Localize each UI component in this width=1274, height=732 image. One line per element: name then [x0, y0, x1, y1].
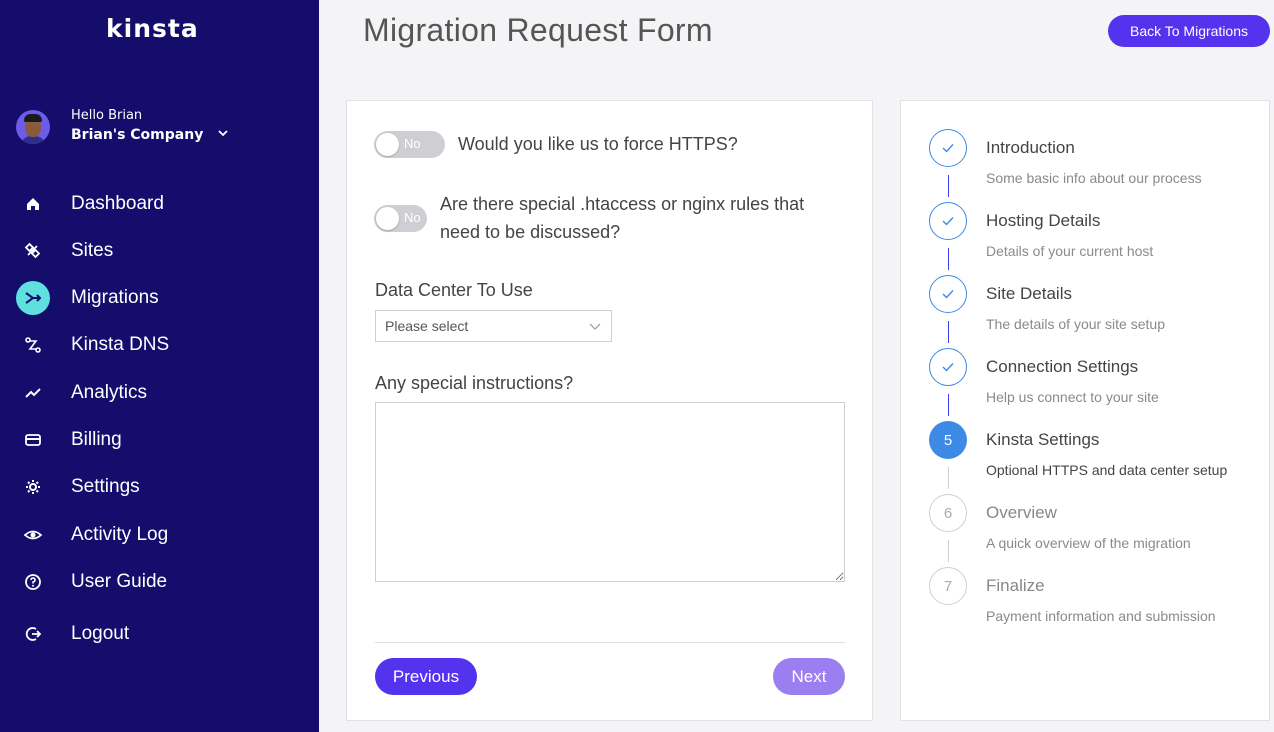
step-number: 7	[929, 567, 967, 605]
sidebar-item-dashboard[interactable]: Dashboard	[0, 184, 319, 224]
help-icon	[16, 565, 50, 599]
step-site-details[interactable]: Site Details The details of your site se…	[901, 247, 1269, 343]
check-icon	[929, 202, 967, 240]
company-name: Brian's Company	[71, 127, 204, 143]
divider	[375, 642, 845, 643]
check-icon	[929, 275, 967, 313]
analytics-icon	[16, 376, 50, 410]
back-to-migrations-button[interactable]: Back To Migrations	[1108, 15, 1270, 47]
sidebar-item-migrations[interactable]: Migrations	[0, 278, 319, 318]
step-title: Site Details	[986, 284, 1072, 303]
logout-icon	[16, 617, 50, 651]
steps-card: Introduction Some basic info about our p…	[900, 100, 1270, 721]
toggle-state: No	[404, 136, 421, 151]
step-introduction[interactable]: Introduction Some basic info about our p…	[901, 101, 1269, 197]
step-title: Overview	[986, 503, 1057, 522]
eye-icon	[16, 518, 50, 552]
next-button[interactable]: Next	[773, 658, 845, 695]
sidebar: kinsta Hello Brian Brian's Company Dashb…	[0, 0, 319, 732]
sidebar-item-label: Billing	[71, 429, 122, 450]
sidebar-item-kinsta-dns[interactable]: Kinsta DNS	[0, 325, 319, 365]
sidebar-item-label: Dashboard	[71, 193, 164, 214]
sidebar-item-label: Kinsta DNS	[71, 334, 170, 355]
gear-icon	[16, 470, 50, 504]
toggle-state: No	[404, 210, 421, 225]
check-icon	[929, 129, 967, 167]
avatar	[16, 110, 50, 144]
step-number: 6	[929, 494, 967, 532]
step-overview[interactable]: 6 Overview A quick overview of the migra…	[901, 466, 1269, 562]
sidebar-item-billing[interactable]: Billing	[0, 420, 319, 460]
step-description: Payment information and submission	[986, 608, 1216, 624]
migrations-icon	[16, 281, 50, 315]
step-connection-settings[interactable]: Connection Settings Help us connect to y…	[901, 320, 1269, 416]
check-icon	[929, 348, 967, 386]
step-title: Connection Settings	[986, 357, 1139, 376]
data-center-value: Please select	[385, 318, 469, 334]
step-kinsta-settings[interactable]: 5 Kinsta Settings Optional HTTPS and dat…	[901, 393, 1269, 489]
htaccess-rules-question: Are there special .htaccess or nginx rul…	[440, 194, 805, 242]
step-title: Hosting Details	[986, 211, 1101, 230]
force-https-toggle[interactable]: No	[374, 131, 445, 158]
sidebar-item-label: Logout	[71, 623, 130, 644]
step-number: 5	[929, 421, 967, 459]
sidebar-item-logout[interactable]: Logout	[0, 614, 319, 654]
force-https-question: Would you like us to force HTTPS?	[458, 134, 738, 154]
step-title: Introduction	[986, 138, 1075, 157]
step-finalize[interactable]: 7 Finalize Payment information and submi…	[901, 539, 1269, 624]
step-title: Finalize	[986, 576, 1045, 595]
chevron-down-icon	[589, 323, 601, 330]
migration-form-card: No Would you like us to force HTTPS? No …	[346, 100, 873, 721]
billing-icon	[16, 423, 50, 457]
sidebar-item-label: User Guide	[71, 571, 168, 592]
chevron-down-icon[interactable]	[218, 128, 228, 138]
sidebar-item-label: Sites	[71, 240, 114, 261]
instructions-label: Any special instructions?	[375, 373, 574, 393]
kinsta-logo[interactable]: kinsta	[106, 14, 199, 43]
sidebar-item-label: Analytics	[71, 382, 148, 403]
toggle-knob	[376, 207, 399, 230]
sidebar-item-label: Activity Log	[71, 524, 169, 545]
greeting: Hello Brian	[71, 108, 143, 123]
sidebar-item-label: Migrations	[71, 287, 159, 308]
home-icon	[16, 187, 50, 221]
previous-button[interactable]: Previous	[375, 658, 477, 695]
instructions-textarea[interactable]	[375, 402, 845, 582]
sidebar-item-settings[interactable]: Settings	[0, 467, 319, 507]
data-center-select[interactable]: Please select	[375, 310, 612, 342]
htaccess-rules-toggle[interactable]: No	[374, 205, 427, 232]
sidebar-item-analytics[interactable]: Analytics	[0, 373, 319, 413]
page-title: Migration Request Form	[363, 12, 713, 48]
toggle-knob	[376, 133, 399, 156]
sidebar-item-user-guide[interactable]: User Guide	[0, 562, 319, 602]
sites-icon	[16, 234, 50, 268]
step-hosting-details[interactable]: Hosting Details Details of your current …	[901, 174, 1269, 270]
data-center-label: Data Center To Use	[375, 280, 533, 300]
sidebar-item-sites[interactable]: Sites	[0, 231, 319, 271]
user-menu[interactable]: Hello Brian Brian's Company	[16, 108, 306, 148]
sidebar-item-activity-log[interactable]: Activity Log	[0, 515, 319, 555]
sidebar-item-label: Settings	[71, 476, 140, 497]
dns-icon	[16, 328, 50, 362]
step-title: Kinsta Settings	[986, 430, 1100, 449]
